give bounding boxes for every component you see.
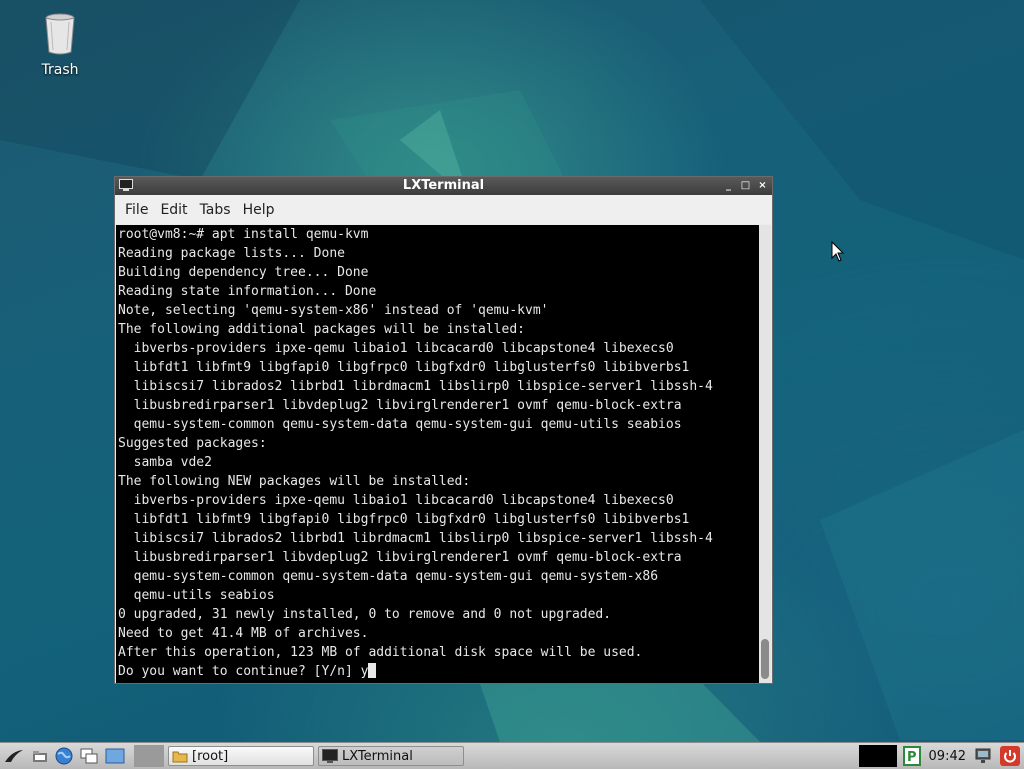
terminal-lines: root@vm8:~# apt install qemu-kvm Reading … xyxy=(116,225,760,662)
terminal-line: The following additional packages will b… xyxy=(118,322,525,337)
terminal-line: samba vde2 xyxy=(118,455,212,470)
scrollbar-thumb[interactable] xyxy=(761,639,769,679)
pager[interactable] xyxy=(134,745,164,767)
terminal-line: ibverbs-providers ipxe-qemu libaio1 libc… xyxy=(118,341,674,356)
terminal-line: Reading state information... Done xyxy=(118,284,377,299)
terminal-line: libfdt1 libfmt9 libgfapi0 libgfrpc0 libg… xyxy=(118,360,690,375)
lock-screen-icon[interactable] xyxy=(974,747,992,765)
maximize-button[interactable]: □ xyxy=(740,177,751,195)
terminal-line: Need to get 41.4 MB of archives. xyxy=(118,626,369,641)
terminal-output[interactable]: root@vm8:~# apt install qemu-kvm Reading … xyxy=(116,225,760,683)
terminal-line: The following NEW packages will be insta… xyxy=(118,474,471,489)
desktop-icon xyxy=(105,748,125,764)
terminal-line: root@vm8:~# apt install qemu-kvm xyxy=(118,227,369,242)
menu-help[interactable]: Help xyxy=(237,202,281,218)
window-titlebar[interactable]: LXTerminal _ □ × xyxy=(115,177,772,195)
terminal-line: ibverbs-providers ipxe-qemu libaio1 libc… xyxy=(118,493,674,508)
cpu-monitor[interactable] xyxy=(858,745,897,767)
system-tray: P 09:42 xyxy=(858,743,1024,769)
terminal-line: qemu-utils seabios xyxy=(118,588,275,603)
windows-icon xyxy=(80,748,98,764)
terminal-line: libusbredirparser1 libvdeplug2 libvirglr… xyxy=(118,550,682,565)
clock[interactable]: 09:42 xyxy=(929,749,966,764)
lxde-menu-icon xyxy=(5,750,23,762)
prompt-text: Do you want to continue? [Y/n] y xyxy=(118,664,369,679)
lxde-menu-button[interactable] xyxy=(0,745,28,767)
trash-icon xyxy=(45,13,75,55)
browser-button[interactable] xyxy=(52,745,76,767)
close-button[interactable]: × xyxy=(757,177,768,195)
menu-edit[interactable]: Edit xyxy=(154,202,193,218)
task-label: LXTerminal xyxy=(342,748,413,764)
terminal-line: After this operation, 123 MB of addition… xyxy=(118,645,643,660)
terminal-line: libiscsi7 librados2 librbd1 librdmacm1 l… xyxy=(118,531,713,546)
text-cursor xyxy=(368,663,377,678)
terminal-line: qemu-system-common qemu-system-data qemu… xyxy=(118,417,682,432)
menu-file[interactable]: File xyxy=(119,202,154,218)
terminal-line: libusbredirparser1 libvdeplug2 libvirglr… xyxy=(118,398,682,413)
terminal-prompt-line[interactable]: Do you want to continue? [Y/n] y xyxy=(116,662,760,681)
terminal-icon xyxy=(322,749,338,763)
desktop-icon-label: Trash xyxy=(41,62,79,78)
terminal-scrollbar[interactable] xyxy=(759,225,771,683)
terminal-line: Suggested packages: xyxy=(118,436,267,451)
power-icon[interactable] xyxy=(1000,746,1020,766)
file-manager-button[interactable] xyxy=(28,745,52,767)
terminal-line: Note, selecting 'qemu-system-x86' instea… xyxy=(118,303,549,318)
menu-tabs[interactable]: Tabs xyxy=(194,202,237,218)
lxterminal-window: LXTerminal _ □ × File Edit Tabs Help roo… xyxy=(114,176,773,684)
browser-icon xyxy=(55,747,73,765)
terminal-line: qemu-system-common qemu-system-data qemu… xyxy=(118,569,659,584)
minimize-button[interactable]: _ xyxy=(723,177,734,195)
terminal-icon xyxy=(119,179,133,197)
task-label: [root] xyxy=(192,748,229,764)
taskbar: [root] LXTerminal P 09:42 xyxy=(0,742,1024,769)
task-lxterminal[interactable]: LXTerminal xyxy=(318,746,464,766)
mouse-pointer-icon xyxy=(831,241,845,262)
terminal-line: libiscsi7 librados2 librbd1 librdmacm1 l… xyxy=(118,379,713,394)
file-manager-icon xyxy=(33,751,47,762)
desktop-icon-trash[interactable]: Trash xyxy=(28,12,92,78)
keyboard-layout-icon[interactable]: P xyxy=(902,746,921,766)
svg-text:P: P xyxy=(907,750,917,765)
window-switch-button[interactable] xyxy=(76,745,102,767)
terminal-line: Building dependency tree... Done xyxy=(118,265,369,280)
folder-icon xyxy=(172,751,188,763)
window-title: LXTerminal xyxy=(402,178,485,193)
terminal-line: 0 upgraded, 31 newly installed, 0 to rem… xyxy=(118,607,612,622)
terminal-line: Reading package lists... Done xyxy=(118,246,345,261)
menubar: File Edit Tabs Help xyxy=(115,195,772,224)
terminal-line: libfdt1 libfmt9 libgfapi0 libgfrpc0 libg… xyxy=(118,512,690,527)
task-root-folder[interactable]: [root] xyxy=(168,746,314,766)
show-desktop-button[interactable] xyxy=(102,745,128,767)
